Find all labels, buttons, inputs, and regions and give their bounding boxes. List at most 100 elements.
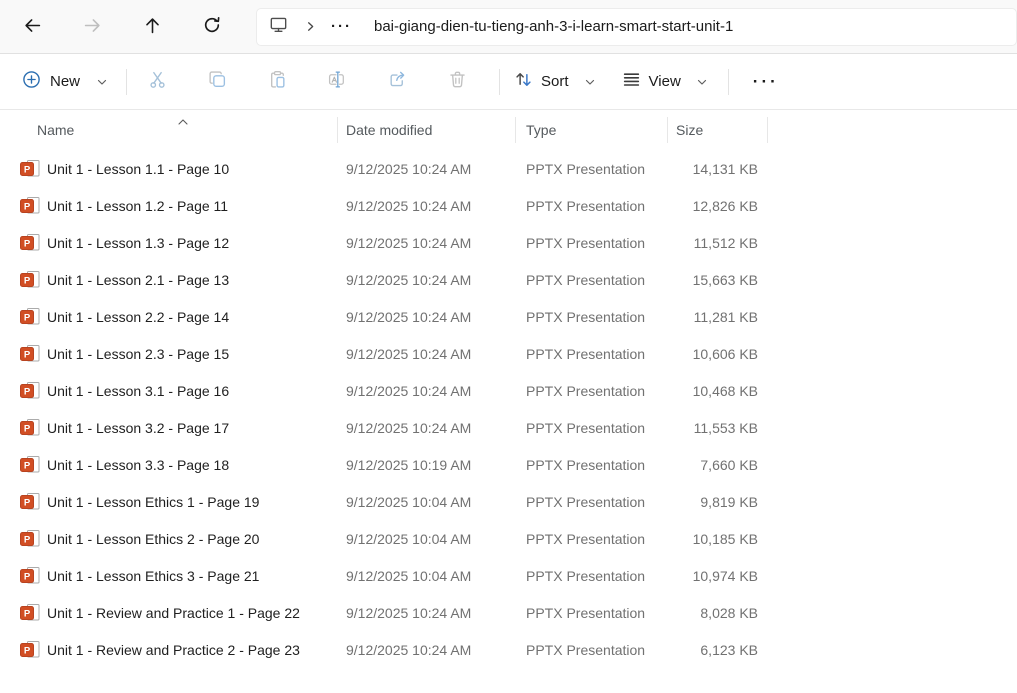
chevron-down-icon xyxy=(584,76,596,88)
sort-button[interactable]: Sort xyxy=(514,70,596,93)
column-header-date-modified[interactable]: Date modified xyxy=(338,115,516,145)
svg-text:P: P xyxy=(24,608,31,619)
file-name: Unit 1 - Lesson 1.3 - Page 12 xyxy=(47,235,229,251)
file-size: 11,553 KB xyxy=(668,420,768,436)
file-row[interactable]: P Unit 1 - Lesson 2.2 - Page 14 9/12/202… xyxy=(0,298,1017,335)
back-button[interactable] xyxy=(2,7,62,47)
file-name: Unit 1 - Lesson 2.3 - Page 15 xyxy=(47,346,229,362)
powerpoint-file-icon: P xyxy=(20,456,40,473)
file-name-cell: P Unit 1 - Lesson 3.3 - Page 18 xyxy=(0,456,338,473)
file-name: Unit 1 - Lesson 1.2 - Page 11 xyxy=(47,198,228,214)
file-name: Unit 1 - Lesson Ethics 1 - Page 19 xyxy=(47,494,259,510)
file-row[interactable]: P Unit 1 - Lesson Ethics 3 - Page 21 9/1… xyxy=(0,557,1017,594)
file-date-modified: 9/12/2025 10:24 AM xyxy=(338,383,516,399)
up-button[interactable] xyxy=(122,7,182,47)
file-name: Unit 1 - Lesson Ethics 3 - Page 21 xyxy=(47,568,259,584)
share-button[interactable] xyxy=(367,62,427,102)
file-type: PPTX Presentation xyxy=(516,605,668,621)
powerpoint-file-icon: P xyxy=(20,345,40,362)
svg-text:P: P xyxy=(24,312,31,323)
file-row[interactable]: P Unit 1 - Lesson 3.3 - Page 18 9/12/202… xyxy=(0,446,1017,483)
file-date-modified: 9/12/2025 10:24 AM xyxy=(338,272,516,288)
trash-delete-icon xyxy=(448,70,467,93)
see-more-button[interactable]: ··· xyxy=(753,72,779,92)
forward-button[interactable] xyxy=(62,7,122,47)
file-date-modified: 9/12/2025 10:24 AM xyxy=(338,309,516,325)
refresh-button[interactable] xyxy=(182,7,242,47)
file-name: Unit 1 - Review and Practice 2 - Page 23 xyxy=(47,642,300,658)
file-row[interactable]: P Unit 1 - Lesson Ethics 2 - Page 20 9/1… xyxy=(0,520,1017,557)
file-type: PPTX Presentation xyxy=(516,383,668,399)
svg-text:P: P xyxy=(24,534,31,545)
svg-text:P: P xyxy=(24,349,31,360)
svg-text:P: P xyxy=(24,238,31,249)
file-name-cell: P Unit 1 - Lesson Ethics 1 - Page 19 xyxy=(0,493,338,510)
file-name-cell: P Unit 1 - Lesson 2.3 - Page 15 xyxy=(0,345,338,362)
file-type: PPTX Presentation xyxy=(516,198,668,214)
view-button[interactable]: View xyxy=(622,70,708,93)
file-row[interactable]: P Unit 1 - Lesson 1.1 - Page 10 9/12/202… xyxy=(0,150,1017,187)
file-name: Unit 1 - Lesson 3.2 - Page 17 xyxy=(47,420,229,436)
file-size: 10,468 KB xyxy=(668,383,768,399)
column-header-size[interactable]: Size xyxy=(668,115,768,145)
file-row[interactable]: P Unit 1 - Lesson Ethics 1 - Page 19 9/1… xyxy=(0,483,1017,520)
file-type: PPTX Presentation xyxy=(516,568,668,584)
file-row[interactable]: P Unit 1 - Lesson 2.3 - Page 15 9/12/202… xyxy=(0,335,1017,372)
column-header-type[interactable]: Type xyxy=(516,115,668,145)
file-size: 8,028 KB xyxy=(668,605,768,621)
cut-button[interactable] xyxy=(127,62,187,102)
column-header-date-label: Date modified xyxy=(346,122,432,138)
file-type: PPTX Presentation xyxy=(516,494,668,510)
sort-button-label: Sort xyxy=(541,73,569,90)
navigation-bar: ··· bai-giang-dien-tu-tieng-anh-3-i-lear… xyxy=(0,0,1017,54)
file-size: 12,826 KB xyxy=(668,198,768,214)
file-row[interactable]: P Unit 1 - Lesson 1.2 - Page 11 9/12/202… xyxy=(0,187,1017,224)
svg-text:P: P xyxy=(24,571,31,582)
powerpoint-file-icon: P xyxy=(20,419,40,436)
file-name: Unit 1 - Lesson 2.2 - Page 14 xyxy=(47,309,229,325)
powerpoint-file-icon: P xyxy=(20,308,40,325)
paste-button[interactable] xyxy=(247,62,307,102)
powerpoint-file-icon: P xyxy=(20,641,40,658)
svg-text:P: P xyxy=(24,386,31,397)
file-size: 11,512 KB xyxy=(668,235,768,251)
new-button-label: New xyxy=(50,73,80,90)
rename-button[interactable] xyxy=(307,62,367,102)
powerpoint-file-icon: P xyxy=(20,493,40,510)
file-name-cell: P Unit 1 - Lesson 2.2 - Page 14 xyxy=(0,308,338,325)
file-date-modified: 9/12/2025 10:24 AM xyxy=(338,605,516,621)
file-row[interactable]: P Unit 1 - Lesson 3.2 - Page 17 9/12/202… xyxy=(0,409,1017,446)
file-row[interactable]: P Unit 1 - Review and Practice 2 - Page … xyxy=(0,631,1017,668)
file-row[interactable]: P Unit 1 - Lesson 2.1 - Page 13 9/12/202… xyxy=(0,261,1017,298)
chevron-down-icon xyxy=(696,76,708,88)
file-row[interactable]: P Unit 1 - Lesson 1.3 - Page 12 9/12/202… xyxy=(0,224,1017,261)
file-name-cell: P Unit 1 - Lesson Ethics 3 - Page 21 xyxy=(0,567,338,584)
svg-text:P: P xyxy=(24,497,31,508)
column-header-type-label: Type xyxy=(526,122,556,138)
current-folder-path: bai-giang-dien-tu-tieng-anh-3-i-learn-sm… xyxy=(374,18,733,35)
delete-button[interactable] xyxy=(427,62,487,102)
file-type: PPTX Presentation xyxy=(516,235,668,251)
chevron-down-icon xyxy=(96,76,108,88)
column-header-name[interactable]: Name xyxy=(0,115,338,145)
breadcrumb-overflow-button[interactable]: ··· xyxy=(331,18,352,35)
copy-button[interactable] xyxy=(187,62,247,102)
copy-icon xyxy=(208,70,227,93)
file-date-modified: 9/12/2025 10:04 AM xyxy=(338,494,516,510)
file-name: Unit 1 - Review and Practice 1 - Page 22 xyxy=(47,605,300,621)
file-name-cell: P Unit 1 - Lesson 1.2 - Page 11 xyxy=(0,197,338,214)
view-button-label: View xyxy=(649,73,681,90)
plus-circle-icon xyxy=(22,70,41,93)
new-button[interactable]: New xyxy=(22,70,108,93)
powerpoint-file-icon: P xyxy=(20,604,40,621)
file-name-cell: P Unit 1 - Lesson 1.3 - Page 12 xyxy=(0,234,338,251)
file-row[interactable]: P Unit 1 - Lesson 3.1 - Page 16 9/12/202… xyxy=(0,372,1017,409)
file-size: 11,281 KB xyxy=(668,309,768,325)
share-icon xyxy=(388,70,407,93)
forward-arrow-icon xyxy=(84,17,101,37)
file-size: 10,606 KB xyxy=(668,346,768,362)
file-row[interactable]: P Unit 1 - Review and Practice 1 - Page … xyxy=(0,594,1017,631)
powerpoint-file-icon: P xyxy=(20,234,40,251)
address-bar[interactable]: ··· bai-giang-dien-tu-tieng-anh-3-i-lear… xyxy=(256,8,1017,46)
file-type: PPTX Presentation xyxy=(516,272,668,288)
